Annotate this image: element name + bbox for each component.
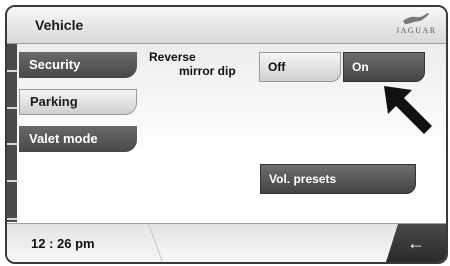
back-arrow-icon: ←	[407, 233, 425, 253]
reverse-mirror-label-line2: mirror dip	[179, 64, 236, 78]
clock: 12 : 26 pm	[31, 236, 95, 251]
logo-text: JAGUAR	[396, 26, 437, 35]
strip-segment	[7, 117, 17, 145]
page-title: Vehicle	[35, 17, 84, 33]
jaguar-leaper-icon	[403, 13, 429, 24]
divider	[148, 224, 163, 262]
back-button[interactable]: ←	[386, 224, 446, 262]
main-panel: Security Parking Valet mode Reverse mirr…	[7, 44, 446, 222]
sidebar-item-parking[interactable]: Parking	[19, 89, 137, 115]
mirror-dip-on-button[interactable]: On	[343, 52, 425, 82]
vol-presets-button[interactable]: Vol. presets	[260, 164, 416, 194]
mirror-dip-off-button[interactable]: Off	[259, 52, 341, 82]
sidebar-item-valet-mode[interactable]: Valet mode	[19, 126, 137, 152]
strip-segment	[7, 190, 17, 220]
vehicle-screen: Vehicle JAGUAR Security Parking Valet mo…	[5, 5, 448, 264]
reverse-mirror-label-line1: Reverse	[149, 50, 196, 64]
strip-segment	[7, 81, 17, 109]
left-strip	[7, 44, 17, 222]
sidebar-item-security[interactable]: Security	[19, 52, 137, 78]
strip-segment	[7, 154, 17, 182]
strip-segment	[7, 44, 17, 72]
title-bar: Vehicle JAGUAR	[7, 7, 446, 44]
arrow-pointer-icon	[384, 86, 432, 134]
status-bar: 12 : 26 pm ←	[7, 223, 446, 262]
jaguar-logo: JAGUAR	[396, 12, 436, 40]
